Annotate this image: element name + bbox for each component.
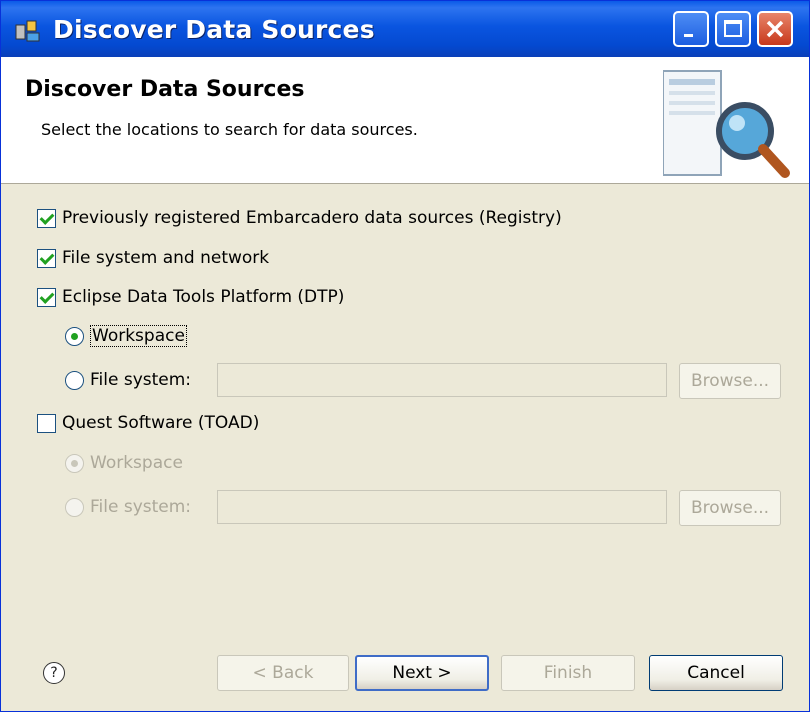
toad-filesystem-path-input[interactable] xyxy=(217,490,667,524)
toad-workspace-radio[interactable] xyxy=(65,453,84,473)
toad-filesystem-option[interactable]: File system: xyxy=(65,497,191,517)
help-icon[interactable]: ? xyxy=(43,662,65,684)
toad-checkbox[interactable] xyxy=(37,413,56,433)
dtp-workspace-option[interactable]: Workspace xyxy=(65,325,187,347)
cancel-button[interactable]: Cancel xyxy=(649,655,783,691)
toad-label: Quest Software (TOAD) xyxy=(62,413,260,433)
finish-button[interactable]: Finish xyxy=(501,655,635,691)
close-button[interactable] xyxy=(757,11,793,47)
toad-filesystem-label: File system: xyxy=(90,497,192,517)
registry-label: Previously registered Embarcadero data s… xyxy=(62,208,562,228)
filesystem-network-checkbox[interactable] xyxy=(37,248,56,268)
page-title: Discover Data Sources xyxy=(25,77,305,102)
minimize-button[interactable] xyxy=(673,11,709,47)
back-button[interactable]: < Back xyxy=(217,655,349,691)
page-description: Select the locations to search for data … xyxy=(41,120,418,139)
dialog-window: Discover Data Sources Discover Data Sour… xyxy=(0,0,810,712)
title-bar[interactable]: Discover Data Sources xyxy=(1,1,809,57)
dtp-label: Eclipse Data Tools Platform (DTP) xyxy=(62,287,345,307)
dtp-checkbox[interactable] xyxy=(37,287,56,307)
registry-option[interactable]: Previously registered Embarcadero data s… xyxy=(37,208,562,228)
dtp-filesystem-label: File system: xyxy=(90,370,192,390)
toad-filesystem-radio[interactable] xyxy=(65,497,84,517)
dtp-workspace-label: Workspace xyxy=(90,325,187,347)
dtp-filesystem-path-input[interactable] xyxy=(217,363,667,397)
dtp-filesystem-option[interactable]: File system: xyxy=(65,370,191,390)
filesystem-network-label: File system and network xyxy=(62,248,270,268)
dtp-workspace-radio[interactable] xyxy=(65,326,84,346)
dtp-filesystem-radio[interactable] xyxy=(65,370,84,390)
wizard-header: Discover Data Sources Select the locatio… xyxy=(1,57,809,184)
server-search-icon xyxy=(663,70,790,178)
maximize-icon xyxy=(724,20,742,37)
discover-data-sources-icon xyxy=(15,20,40,42)
dtp-browse-button[interactable]: Browse... xyxy=(679,363,781,399)
minimize-icon xyxy=(684,34,693,37)
next-button[interactable]: Next > xyxy=(355,655,489,691)
window-title: Discover Data Sources xyxy=(53,15,375,44)
dtp-option[interactable]: Eclipse Data Tools Platform (DTP) xyxy=(37,287,344,307)
toad-browse-button[interactable]: Browse... xyxy=(679,490,781,526)
registry-checkbox[interactable] xyxy=(37,208,56,228)
toad-workspace-option[interactable]: Workspace xyxy=(65,453,183,473)
maximize-button[interactable] xyxy=(715,11,751,47)
filesystem-network-option[interactable]: File system and network xyxy=(37,248,269,268)
toad-workspace-label: Workspace xyxy=(90,453,183,473)
close-icon xyxy=(766,20,784,38)
toad-option[interactable]: Quest Software (TOAD) xyxy=(37,413,259,433)
